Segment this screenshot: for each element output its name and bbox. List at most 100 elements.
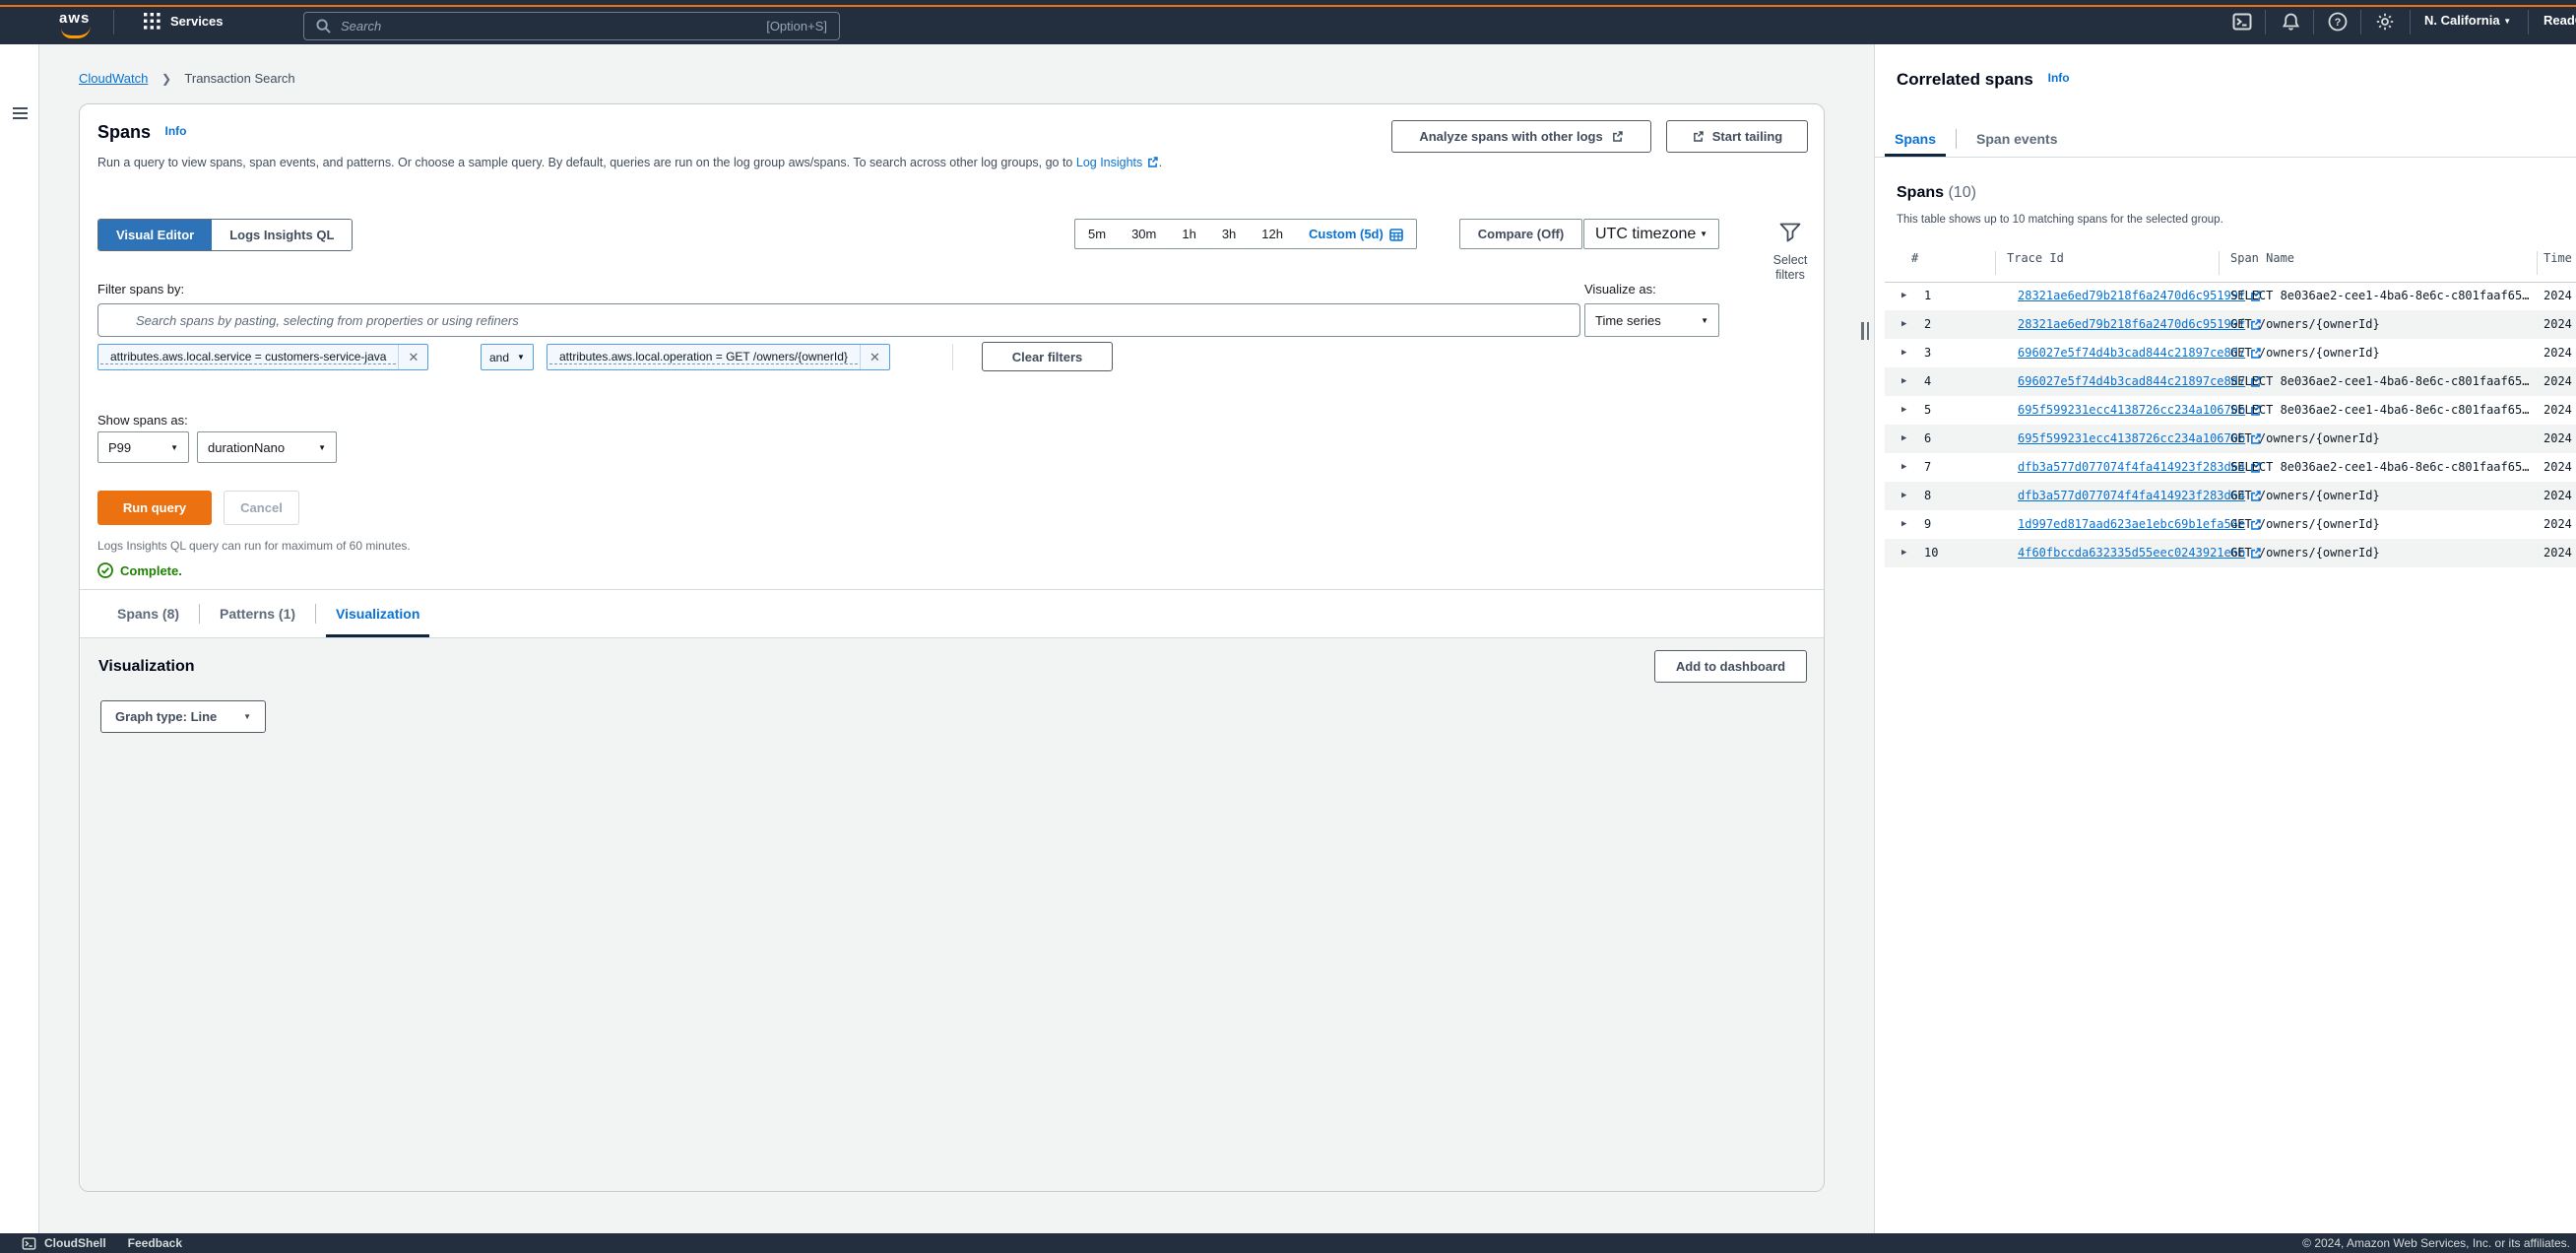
- timezone-select[interactable]: UTC timezone▼: [1583, 219, 1719, 249]
- time-preset-30m[interactable]: 30m: [1119, 227, 1169, 241]
- col-header-time[interactable]: Time: [2544, 251, 2572, 265]
- row-expand-caret[interactable]: ▶: [1901, 348, 1906, 358]
- field-select[interactable]: durationNano▼: [197, 431, 337, 463]
- table-row[interactable]: ▶ 10 4f60fbccda632335d55eec0243921e6b GE…: [1885, 539, 2576, 567]
- breadcrumb-cloudwatch-link[interactable]: CloudWatch: [79, 71, 148, 86]
- settings-gear-icon[interactable]: [2374, 11, 2396, 33]
- header-divider: [2410, 10, 2411, 34]
- compare-button[interactable]: Compare (Off): [1459, 219, 1582, 249]
- trace-id-link[interactable]: 28321ae6ed79b218f6a2470d6c95199f: [2018, 317, 2262, 331]
- trace-id-link[interactable]: 695f599231ecc4138726cc234a10670b: [2018, 403, 2262, 417]
- metric-select[interactable]: P99▼: [97, 431, 189, 463]
- table-row[interactable]: ▶ 2 28321ae6ed79b218f6a2470d6c95199f GET…: [1885, 310, 2576, 339]
- col-header-trace-id[interactable]: Trace Id: [2007, 251, 2064, 265]
- filter-chip-text[interactable]: attributes.aws.local.operation = GET /ow…: [549, 350, 858, 364]
- notifications-bell-icon[interactable]: [2280, 11, 2301, 33]
- row-expand-caret[interactable]: ▶: [1901, 291, 1906, 300]
- remove-filter-icon[interactable]: ✕: [860, 345, 889, 369]
- span-time: 2024: [2544, 289, 2576, 302]
- row-expand-caret[interactable]: ▶: [1901, 405, 1906, 415]
- remove-filter-icon[interactable]: ✕: [398, 345, 427, 369]
- table-row[interactable]: ▶ 8 dfb3a577d077074f4fa414923f283d64 GET…: [1885, 482, 2576, 510]
- result-tab-2[interactable]: Visualization: [316, 590, 439, 637]
- table-row[interactable]: ▶ 3 696027e5f74d4b3cad844c21897ce8d7 GET…: [1885, 339, 2576, 367]
- col-header-span-name[interactable]: Span Name: [2230, 251, 2294, 265]
- result-tabs: Spans (8)Patterns (1)Visualization: [97, 590, 439, 637]
- spans-table-caption: This table shows up to 10 matching spans…: [1897, 214, 2223, 226]
- row-expand-caret[interactable]: ▶: [1901, 548, 1906, 558]
- logs-insights-ql-tab[interactable]: Logs Insights QL: [212, 220, 352, 250]
- cloudshell-icon[interactable]: [2231, 11, 2253, 33]
- result-tab-0[interactable]: Spans (8): [97, 590, 199, 637]
- table-row[interactable]: ▶ 1 28321ae6ed79b218f6a2470d6c95199f SEL…: [1885, 282, 2576, 310]
- feedback-button[interactable]: Feedback: [128, 1236, 182, 1250]
- analyze-spans-button[interactable]: Analyze spans with other logs: [1391, 120, 1651, 153]
- show-spans-as-label: Show spans as:: [97, 413, 188, 428]
- spans-table-heading: Spans (10): [1897, 184, 1976, 202]
- correlated-info-link[interactable]: Info: [2048, 71, 2070, 85]
- visual-editor-tab[interactable]: Visual Editor: [98, 220, 212, 250]
- spans-heading-row: Spans Info: [97, 122, 186, 143]
- row-expand-caret[interactable]: ▶: [1901, 433, 1906, 443]
- table-row[interactable]: ▶ 4 696027e5f74d4b3cad844c21897ce8d7 SEL…: [1885, 367, 2576, 396]
- trace-id-link[interactable]: 28321ae6ed79b218f6a2470d6c95199f: [2018, 289, 2262, 302]
- time-preset-5m[interactable]: 5m: [1075, 227, 1119, 241]
- services-label: Services: [170, 14, 224, 29]
- select-filters-control[interactable]: Select filters: [1766, 223, 1815, 283]
- table-row[interactable]: ▶ 6 695f599231ecc4138726cc234a10670b GET…: [1885, 425, 2576, 453]
- trace-id-link[interactable]: dfb3a577d077074f4fa414923f283d64: [2018, 489, 2262, 502]
- start-tailing-button[interactable]: Start tailing: [1666, 120, 1808, 153]
- correlated-tab-1[interactable]: Span events: [1957, 120, 2077, 157]
- row-expand-caret[interactable]: ▶: [1901, 519, 1906, 529]
- graph-type-button[interactable]: Graph type: Line▼: [100, 700, 266, 733]
- table-row[interactable]: ▶ 9 1d997ed817aad623ae1ebc69b1efa54e GET…: [1885, 510, 2576, 539]
- table-row[interactable]: ▶ 7 dfb3a577d077074f4fa414923f283d64 SEL…: [1885, 453, 2576, 482]
- col-header-number[interactable]: #: [1911, 251, 1918, 265]
- visualize-as-select[interactable]: Time series▼: [1584, 303, 1719, 337]
- hamburger-menu-icon[interactable]: [13, 107, 28, 120]
- add-to-dashboard-button[interactable]: Add to dashboard: [1654, 650, 1807, 683]
- span-name: GET /owners/{ownerId}: [2230, 346, 2380, 360]
- services-menu[interactable]: Services: [144, 13, 224, 30]
- clear-filters-button[interactable]: Clear filters: [982, 342, 1113, 371]
- column-divider[interactable]: [2537, 251, 2538, 275]
- cancel-button[interactable]: Cancel: [224, 491, 299, 525]
- trace-id-link[interactable]: 1d997ed817aad623ae1ebc69b1efa54e: [2018, 517, 2262, 531]
- help-icon[interactable]: ?: [2327, 11, 2349, 33]
- spans-info-link[interactable]: Info: [164, 124, 186, 138]
- column-divider[interactable]: [2219, 251, 2220, 275]
- column-divider[interactable]: [1995, 251, 1996, 275]
- filter-search-input[interactable]: [97, 303, 1580, 337]
- log-insights-link[interactable]: Log Insights: [1076, 156, 1142, 169]
- panel-resize-handle[interactable]: [1861, 322, 1871, 340]
- page-title: Spans: [97, 122, 151, 142]
- time-preset-3h[interactable]: 3h: [1209, 227, 1249, 241]
- filter-chip-text[interactable]: attributes.aws.local.service = customers…: [100, 350, 396, 364]
- row-expand-caret[interactable]: ▶: [1901, 376, 1906, 386]
- trace-id-link[interactable]: dfb3a577d077074f4fa414923f283d64: [2018, 460, 2262, 474]
- chevron-down-icon: ▼: [2503, 17, 2511, 26]
- operator-label[interactable]: and: [482, 351, 517, 364]
- aws-logo[interactable]: aws: [59, 10, 102, 35]
- row-expand-caret[interactable]: ▶: [1901, 319, 1906, 329]
- trace-id-link[interactable]: 696027e5f74d4b3cad844c21897ce8d7: [2018, 374, 2262, 388]
- trace-id-link[interactable]: 696027e5f74d4b3cad844c21897ce8d7: [2018, 346, 2262, 360]
- result-tab-1[interactable]: Patterns (1): [200, 590, 315, 637]
- region-selector[interactable]: N. California ▼: [2424, 13, 2511, 28]
- account-role-menu[interactable]: ReadOnly: [2544, 13, 2576, 28]
- time-preset-12h[interactable]: 12h: [1249, 227, 1296, 241]
- external-link-icon: [1611, 130, 1624, 143]
- time-preset-1h[interactable]: 1h: [1169, 227, 1208, 241]
- trace-id-link[interactable]: 4f60fbccda632335d55eec0243921e6b: [2018, 546, 2262, 560]
- global-search-input[interactable]: Search [Option+S]: [303, 12, 840, 40]
- run-query-button[interactable]: Run query: [97, 491, 212, 525]
- time-custom-button[interactable]: Custom (5d): [1296, 227, 1416, 241]
- row-expand-caret[interactable]: ▶: [1901, 491, 1906, 500]
- row-expand-caret[interactable]: ▶: [1901, 462, 1906, 472]
- editor-mode-toggle: Visual Editor Logs Insights QL: [97, 219, 353, 251]
- correlated-tab-0[interactable]: Spans: [1875, 120, 1956, 157]
- chevron-down-icon: ▼: [517, 353, 533, 362]
- trace-id-link[interactable]: 695f599231ecc4138726cc234a10670b: [2018, 431, 2262, 445]
- cloudshell-footer-button[interactable]: CloudShell: [22, 1236, 106, 1250]
- table-row[interactable]: ▶ 5 695f599231ecc4138726cc234a10670b SEL…: [1885, 396, 2576, 425]
